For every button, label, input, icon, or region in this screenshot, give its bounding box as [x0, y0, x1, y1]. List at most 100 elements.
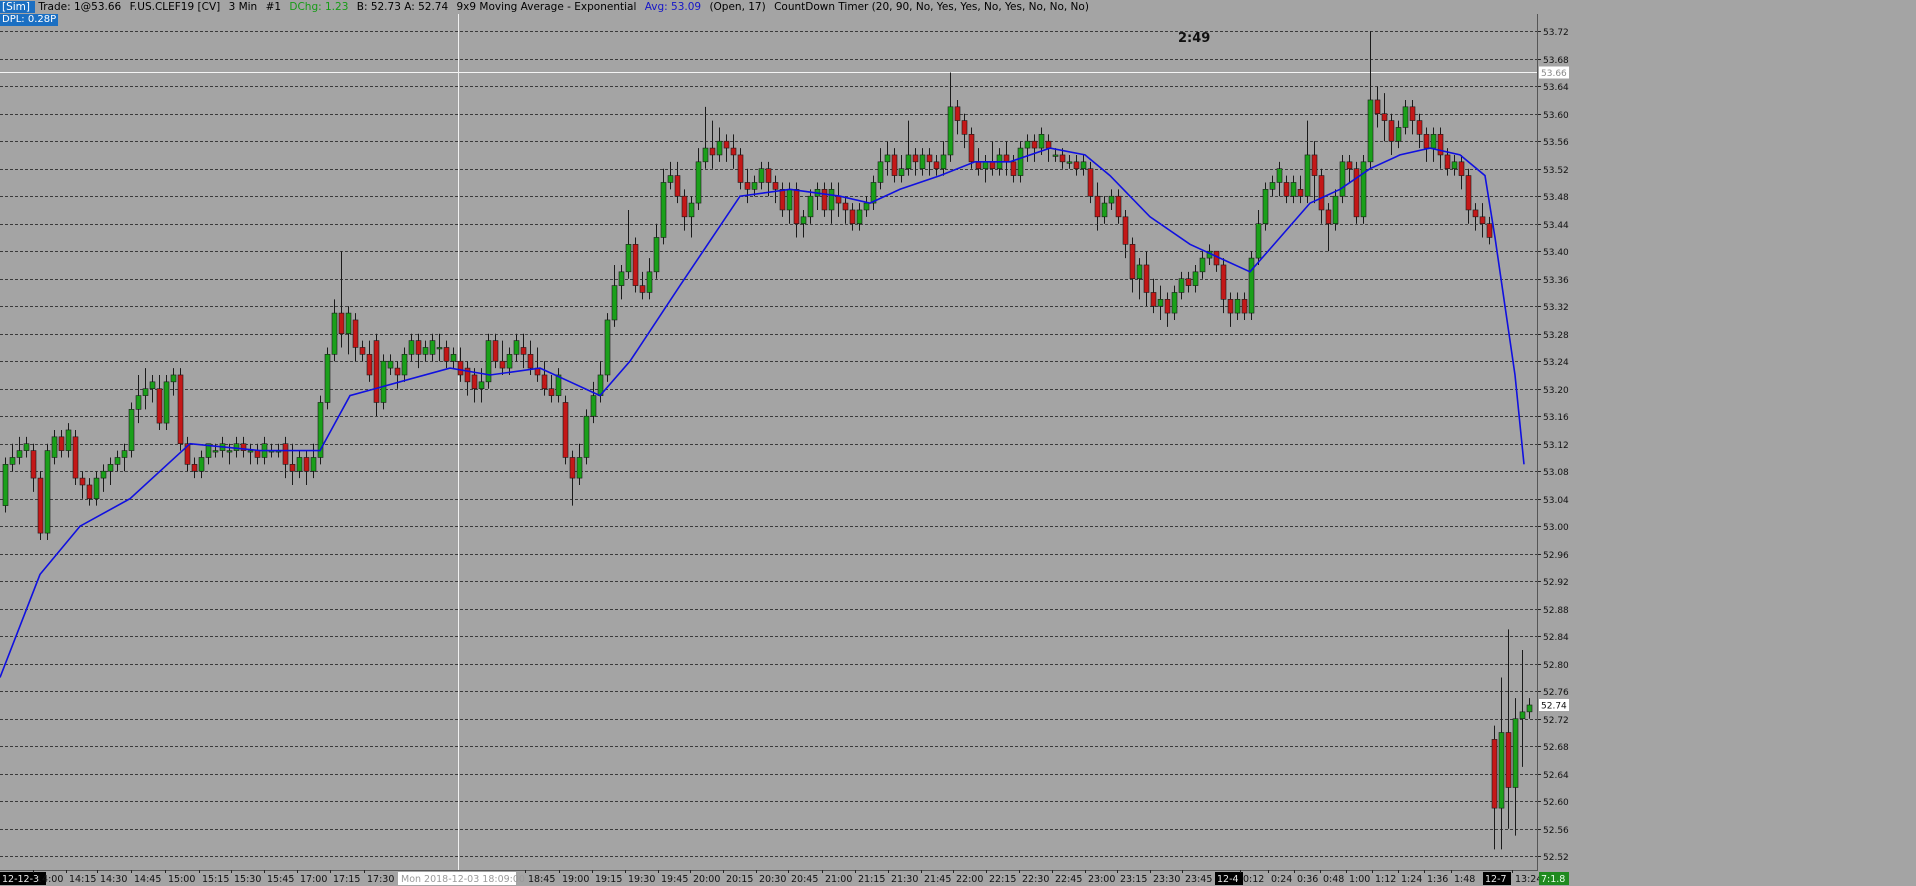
- candle-body-up[interactable]: [513, 340, 520, 355]
- candle-body-up[interactable]: [940, 154, 947, 169]
- candle-body-up[interactable]: [1171, 292, 1178, 314]
- candle-body-up[interactable]: [345, 312, 352, 335]
- candle-body-down[interactable]: [1129, 244, 1136, 280]
- candle-body-up[interactable]: [16, 450, 23, 458]
- candle-body-up[interactable]: [695, 161, 702, 204]
- candle-body-up[interactable]: [478, 381, 485, 390]
- candle-body-up[interactable]: [114, 457, 121, 465]
- candle-body-down[interactable]: [1374, 99, 1381, 114]
- candle-body-down[interactable]: [1241, 299, 1248, 314]
- candle-body-up[interactable]: [660, 182, 667, 238]
- candle-body-down[interactable]: [1346, 161, 1353, 169]
- candle-body-up[interactable]: [877, 161, 884, 183]
- candle-body-up[interactable]: [1367, 99, 1374, 163]
- candle-body-down[interactable]: [37, 477, 44, 534]
- candle-body-up[interactable]: [1066, 161, 1073, 164]
- candle-body-up[interactable]: [1332, 195, 1339, 225]
- candle-body-up[interactable]: [905, 154, 912, 169]
- candle-body-up[interactable]: [422, 347, 429, 355]
- candle-body-up[interactable]: [51, 436, 58, 458]
- candle-body-down[interactable]: [471, 374, 478, 390]
- candle-body-down[interactable]: [1388, 120, 1395, 142]
- candle-body-up[interactable]: [618, 271, 625, 286]
- candle-body-down[interactable]: [254, 450, 261, 458]
- candle-body-up[interactable]: [198, 457, 205, 472]
- candle-body-up[interactable]: [1038, 134, 1045, 149]
- interval-text[interactable]: 3 Min: [229, 1, 263, 13]
- candle-body-up[interactable]: [44, 450, 51, 534]
- candle-body-up[interactable]: [1290, 182, 1297, 197]
- candle-body-up[interactable]: [1339, 161, 1346, 197]
- candle-body-down[interactable]: [1031, 140, 1038, 149]
- candle-body-up[interactable]: [324, 354, 331, 403]
- candle-body-up[interactable]: [688, 202, 695, 218]
- candle-body-up[interactable]: [604, 319, 611, 376]
- candle-body-down[interactable]: [1472, 209, 1479, 218]
- candle-body-up[interactable]: [1304, 154, 1311, 197]
- candle-body-down[interactable]: [79, 477, 86, 486]
- candle-body-down[interactable]: [191, 464, 198, 472]
- candle-body-down[interactable]: [443, 347, 450, 362]
- candle-body-up[interactable]: [93, 477, 100, 500]
- study-name-text[interactable]: 9x9 Moving Average - Exponential: [457, 1, 642, 13]
- candle-body-up[interactable]: [1178, 278, 1185, 293]
- candle-body-up[interactable]: [1234, 299, 1241, 314]
- candle-body-down[interactable]: [1150, 292, 1157, 307]
- candle-body-up[interactable]: [121, 450, 128, 458]
- candle-body-down[interactable]: [639, 285, 646, 293]
- candle-body-down[interactable]: [373, 340, 380, 403]
- candle-body-up[interactable]: [583, 415, 590, 458]
- candle-body-up[interactable]: [1157, 299, 1164, 307]
- candle-body-down[interactable]: [821, 189, 828, 211]
- candle-body-down[interactable]: [842, 202, 849, 211]
- candle-body-up[interactable]: [1526, 704, 1533, 713]
- candle-body-up[interactable]: [1498, 732, 1505, 809]
- candle-body-down[interactable]: [156, 388, 163, 424]
- countdown-study-text[interactable]: CountDown Timer (20, 90, No, Yes, Yes, N…: [774, 1, 1094, 13]
- candle-body-up[interactable]: [828, 189, 835, 211]
- candle-body-down[interactable]: [926, 154, 933, 163]
- candle-body-down[interactable]: [1505, 732, 1512, 788]
- sim-badge[interactable]: [Sim]: [0, 1, 36, 13]
- candle-body-up[interactable]: [898, 168, 905, 176]
- candle-body-up[interactable]: [646, 271, 653, 293]
- candle-body-up[interactable]: [1017, 147, 1024, 176]
- candle-body-down[interactable]: [1486, 223, 1493, 238]
- candle-body-up[interactable]: [107, 464, 114, 472]
- candle-body-down[interactable]: [1059, 154, 1066, 163]
- candle-body-up[interactable]: [1269, 182, 1276, 190]
- candle-body-down[interactable]: [1458, 161, 1465, 176]
- candle-body-down[interactable]: [835, 195, 842, 204]
- candle-body-up[interactable]: [1451, 161, 1458, 169]
- candle-body-up[interactable]: [1430, 134, 1437, 149]
- candle-body-down[interactable]: [1010, 161, 1017, 176]
- candle-body-down[interactable]: [1381, 113, 1388, 121]
- candlestick-chart[interactable]: 53.72 53.68 53.64 53.60 53.56 53.52 53.48 53.44…: [0, 0, 1916, 886]
- candle-body-down[interactable]: [72, 436, 79, 479]
- candle-body-up[interactable]: [149, 381, 156, 390]
- candle-body-down[interactable]: [1003, 154, 1010, 163]
- candle-body-down[interactable]: [793, 189, 800, 225]
- candle-body-down[interactable]: [730, 147, 737, 156]
- candle-body-down[interactable]: [289, 464, 296, 472]
- candle-body-down[interactable]: [1491, 739, 1498, 809]
- candle-body-down[interactable]: [772, 182, 779, 190]
- candle-body-up[interactable]: [807, 195, 814, 218]
- candle-body-down[interactable]: [303, 457, 310, 472]
- candle-body-down[interactable]: [1283, 182, 1290, 197]
- candle-body-down[interactable]: [1318, 175, 1325, 211]
- candle-body-up[interactable]: [1101, 202, 1108, 218]
- candle-body-up[interactable]: [1052, 154, 1059, 157]
- candle-body-down[interactable]: [1325, 209, 1332, 225]
- candle-body-up[interactable]: [450, 354, 457, 362]
- candle-body-up[interactable]: [758, 168, 765, 183]
- candle-body-down[interactable]: [1115, 195, 1122, 218]
- candle-body-down[interactable]: [1437, 134, 1444, 156]
- candle-body-down[interactable]: [632, 244, 639, 286]
- candle-body-up[interactable]: [716, 140, 723, 156]
- candle-body-up[interactable]: [429, 340, 436, 355]
- candle-body-up[interactable]: [436, 347, 443, 350]
- candle-body-up[interactable]: [982, 161, 989, 169]
- candle-body-down[interactable]: [1122, 216, 1129, 245]
- candle-body-down[interactable]: [975, 161, 982, 169]
